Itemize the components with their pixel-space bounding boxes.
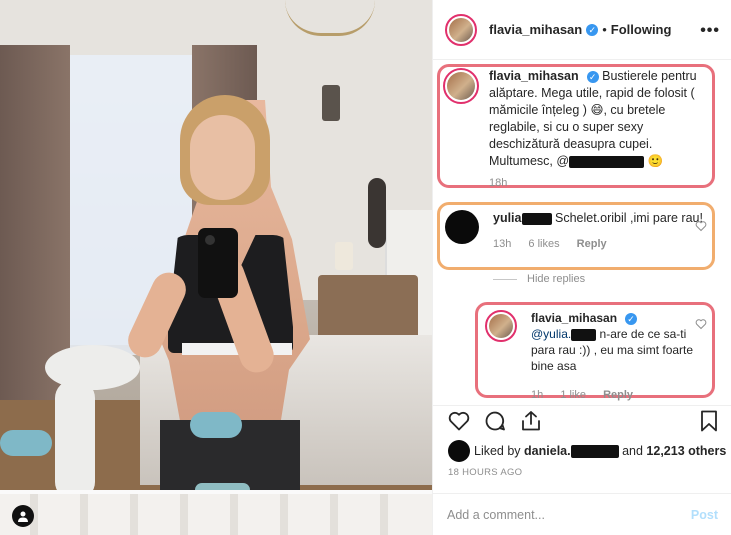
photo-face: [190, 115, 255, 200]
heart-icon[interactable]: [695, 318, 707, 330]
more-options-icon[interactable]: •••: [700, 22, 720, 40]
photo-crib-mobile: [45, 345, 140, 390]
reply-flavia: flavia_mihasan ✓ @yulia. n-are de ce sa-t…: [485, 310, 710, 403]
photo-crib-rail: [0, 490, 432, 535]
photo-lantern: [322, 85, 340, 121]
liker-avatar[interactable]: [448, 440, 470, 462]
commenter-avatar[interactable]: [445, 210, 479, 244]
verified-badge-icon: ✓: [586, 23, 599, 36]
comment-icon[interactable]: [483, 409, 507, 433]
redacted-mention: [569, 155, 645, 168]
instagram-post: flavia_mihasan ✓ • Following ••• flavia_…: [0, 0, 731, 535]
post-comment-button[interactable]: Post: [691, 508, 718, 522]
redacted-username: [521, 212, 552, 225]
post-timestamp[interactable]: 18 HOURS AGO: [448, 467, 522, 478]
comment-reply-button[interactable]: Reply: [577, 238, 607, 250]
comment-yulia: yulia Schelet.oribil ,imi pare rau! 13h …: [445, 210, 710, 253]
emoji-smile: 🙂: [647, 154, 664, 168]
photo-lamp: [335, 242, 353, 270]
photo-cloud-right: [190, 412, 242, 438]
author-username[interactable]: flavia_mihasan: [489, 22, 582, 37]
author-avatar[interactable]: [445, 13, 477, 46]
comment-time[interactable]: 13h: [493, 238, 511, 250]
redacted-mention: [571, 328, 597, 341]
photo-phone: [198, 228, 238, 298]
photo-wall-mirror: [368, 178, 386, 248]
emoji-grin: 😄: [590, 103, 604, 117]
reply-likes[interactable]: 1 like: [560, 389, 586, 401]
liker-username[interactable]: daniela.: [524, 444, 571, 458]
caption-username[interactable]: flavia_mihasan: [489, 69, 579, 83]
action-bar: [433, 405, 731, 435]
photo-crib-mobile-arm: [55, 380, 95, 500]
likes-and: and: [622, 444, 643, 458]
verified-badge-icon: ✓: [586, 70, 599, 83]
hide-replies-button[interactable]: Hide replies: [493, 273, 585, 285]
caption-comment: flavia_mihasan ✓ Bustierele pentru alăpta…: [443, 68, 713, 192]
tagged-users-button[interactable]: [12, 505, 34, 527]
following-button[interactable]: Following: [611, 22, 672, 37]
photo-cloud-left: [0, 430, 52, 456]
bookmark-icon[interactable]: [697, 409, 721, 433]
comment-likes[interactable]: 6 likes: [528, 238, 559, 250]
heart-icon[interactable]: [447, 409, 471, 433]
likes-prefix: Liked by: [474, 444, 521, 458]
reply-time[interactable]: 1h: [531, 389, 543, 401]
reply-reply-button[interactable]: Reply: [603, 389, 633, 401]
heart-icon[interactable]: [695, 220, 707, 232]
comment-input[interactable]: [447, 507, 681, 522]
share-icon[interactable]: [519, 409, 543, 433]
header-separator: •: [602, 22, 607, 37]
comments-section[interactable]: flavia_mihasan ✓ Bustierele pentru alăpta…: [433, 60, 731, 405]
caption-time[interactable]: 18h: [489, 177, 507, 189]
commenter-username[interactable]: yulia: [493, 211, 522, 225]
user-icon: [18, 511, 28, 522]
likes-others[interactable]: 12,213 others: [646, 444, 726, 458]
post-side-panel: flavia_mihasan ✓ • Following ••• flavia_…: [432, 0, 731, 535]
reply-mention[interactable]: @yulia.: [531, 327, 571, 341]
verified-badge-icon: ✓: [625, 312, 638, 325]
reply-avatar[interactable]: [485, 310, 517, 342]
likes-summary[interactable]: Liked by daniela. and 12,213 others: [448, 440, 726, 462]
post-header: flavia_mihasan ✓ • Following •••: [433, 0, 731, 60]
reply-username[interactable]: flavia_mihasan: [531, 311, 617, 325]
post-photo[interactable]: [0, 0, 432, 535]
add-comment-bar: Post: [433, 493, 731, 535]
caption-avatar[interactable]: [443, 68, 479, 104]
comment-text: Schelet.oribil ,imi pare rau!: [554, 211, 703, 225]
redacted-liker: [570, 444, 619, 458]
